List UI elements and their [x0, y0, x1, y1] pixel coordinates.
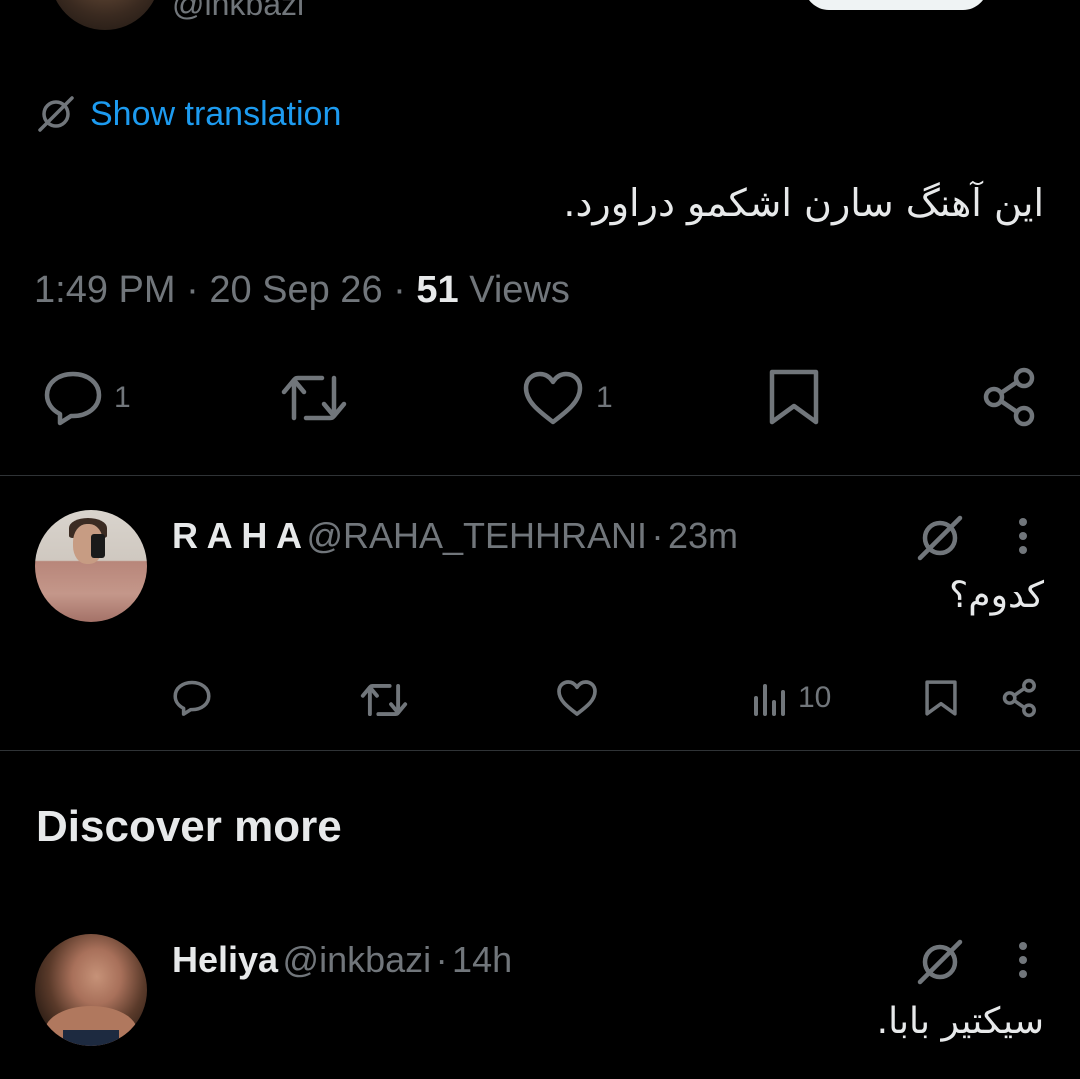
heart-icon — [523, 371, 583, 425]
retweet-button[interactable] — [280, 370, 348, 426]
divider — [0, 475, 1080, 476]
reply-bookmark-button[interactable] — [922, 678, 960, 718]
top-author-handle[interactable]: @inkbazi — [172, 0, 304, 22]
reply-views-button[interactable]: 10 — [752, 678, 831, 718]
tweet-time: 1:49 PM — [34, 269, 176, 311]
reply-author-handle[interactable]: @RAHA_TEHHRANI — [306, 515, 647, 556]
header-separator: · — [651, 515, 664, 556]
divider — [0, 750, 1080, 751]
post-more-button[interactable] — [1010, 940, 1036, 980]
reply-header: R A H A @RAHA_TEHHRANI · 23m — [172, 514, 738, 566]
bookmark-icon — [769, 369, 819, 425]
bookmark-button[interactable] — [764, 366, 824, 428]
reply-icon — [173, 680, 211, 716]
like-button[interactable]: 1 — [520, 368, 613, 428]
reply-like-button[interactable] — [555, 678, 599, 718]
section-title: Discover more — [36, 802, 342, 851]
retweet-icon — [281, 375, 347, 421]
reply-icon — [44, 371, 102, 426]
post-translate-button[interactable] — [914, 938, 966, 986]
share-button[interactable] — [980, 366, 1040, 428]
show-translation-label: Show translation — [90, 94, 342, 133]
tweet-text: این آهنگ سارن اشکمو دراورد. — [563, 181, 1044, 225]
translate-icon — [38, 96, 74, 132]
post-author-avatar[interactable] — [35, 934, 147, 1046]
top-author-avatar[interactable] — [50, 0, 160, 30]
reply-author-name[interactable]: R A H A — [172, 515, 302, 556]
reply-text: کدوم؟ — [949, 575, 1044, 616]
bookmark-icon — [925, 680, 957, 716]
like-count: 1 — [596, 381, 613, 414]
views-label: Views — [469, 269, 570, 311]
reply-reply-button[interactable] — [172, 678, 212, 718]
post-header: Heliya @inkbazi · 14h — [172, 938, 512, 990]
reply-share-button[interactable] — [1000, 678, 1040, 718]
translate-icon — [917, 515, 963, 561]
heart-icon — [557, 680, 597, 716]
share-icon — [1002, 678, 1036, 718]
post-author-name[interactable]: Heliya — [172, 939, 278, 980]
retweet-icon — [360, 683, 408, 717]
tweet-meta: 1:49 PM · 20 Sep 26 · 51 Views — [34, 266, 570, 314]
meta-separator: · — [186, 269, 199, 311]
meta-separator: · — [393, 269, 406, 311]
more-vertical-icon — [1019, 518, 1027, 554]
post-text: سیکتیر بابا. — [876, 1001, 1044, 1042]
post-author-handle[interactable]: @inkbazi — [283, 939, 432, 980]
share-icon — [983, 367, 1035, 427]
views-count: 51 — [416, 269, 459, 311]
tweet-date: 20 Sep 26 — [209, 269, 383, 311]
translate-icon — [917, 939, 963, 985]
reply-translate-button[interactable] — [914, 514, 966, 562]
reply-author-avatar[interactable] — [35, 510, 147, 622]
reply-count: 1 — [114, 381, 131, 414]
follow-button[interactable] — [804, 0, 988, 10]
reply-more-button[interactable] — [1010, 516, 1036, 556]
reply-button[interactable]: 1 — [42, 368, 131, 428]
analytics-icon — [754, 684, 785, 716]
reply-retweet-button[interactable] — [360, 680, 408, 720]
reply-time[interactable]: 23m — [668, 515, 738, 556]
show-translation-link[interactable]: Show translation — [36, 92, 341, 136]
reply-views-count: 10 — [798, 681, 832, 714]
more-vertical-icon — [1019, 942, 1027, 978]
post-time[interactable]: 14h — [452, 939, 512, 980]
header-separator: · — [435, 939, 448, 980]
